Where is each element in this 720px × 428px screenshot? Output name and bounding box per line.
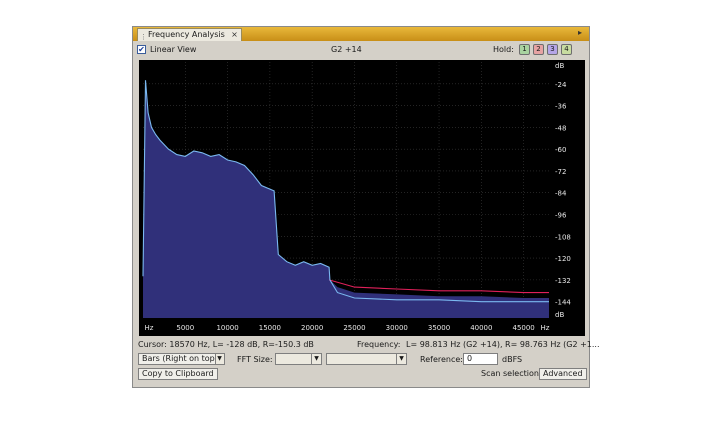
frequency-analysis-panel: ⋮ Frequency Analysis × ▸ ✔ Linear View G… xyxy=(132,26,600,388)
reference-input[interactable]: 0 xyxy=(463,353,498,365)
chevron-down-icon: ▼ xyxy=(396,354,406,364)
settings-row: Bars (Right on top) ▼ FFT Size: ▼ ▼ Refe… xyxy=(133,352,589,366)
scan-selection-button[interactable]: Scan selection xyxy=(477,368,543,380)
hold-button-3[interactable]: 3 xyxy=(547,44,558,55)
note-readout: G2 +14 xyxy=(331,45,362,54)
reference-label: Reference: xyxy=(420,355,463,364)
y-tick-label: -60 xyxy=(555,146,566,154)
reference-unit: dBFS xyxy=(502,355,523,364)
y-tick-label: -72 xyxy=(555,168,566,176)
hold-label: Hold: xyxy=(493,45,514,54)
y-tick-label: dB xyxy=(555,62,564,70)
hold-button-2[interactable]: 2 xyxy=(533,44,544,55)
x-tick-label: 40000 xyxy=(470,324,492,332)
y-tick-label: -96 xyxy=(555,212,567,220)
hold-button-4[interactable]: 4 xyxy=(561,44,572,55)
tab-title: Frequency Analysis xyxy=(148,30,225,39)
panel-tab-bar: ⋮ Frequency Analysis × ▸ xyxy=(133,27,589,41)
frequency-readout: L= 98.813 Hz (G2 +14), R= 98.763 Hz (G2 … xyxy=(406,340,600,349)
y-tick-label: -48 xyxy=(555,124,566,132)
fft-size-label: FFT Size: xyxy=(237,355,273,364)
spectrum-area-left xyxy=(143,80,549,318)
spectrum-plot[interactable]: dB -24 -36 -48 -60 -72 -84 -96 -108 -120 -132 -144 d… xyxy=(139,60,585,336)
y-tick-label: -108 xyxy=(555,233,571,241)
chevron-down-icon: ▼ xyxy=(311,354,321,364)
y-tick-label: -120 xyxy=(555,255,571,263)
panel-menu-icon[interactable]: ▸ xyxy=(573,28,587,40)
x-tick-label: 30000 xyxy=(386,324,408,332)
x-tick-label: 10000 xyxy=(216,324,238,332)
hold-button-1[interactable]: 1 xyxy=(519,44,530,55)
y-tick-label: dB xyxy=(555,311,564,319)
y-tick-label: -84 xyxy=(555,190,567,198)
y-tick-label: -24 xyxy=(555,81,567,89)
cursor-readout-bar: Cursor: 18570 Hz, L= -128 dB, R=-150.3 d… xyxy=(133,338,600,352)
y-tick-label: -132 xyxy=(555,277,571,285)
window-function-select[interactable]: ▼ xyxy=(326,353,407,365)
close-icon[interactable]: × xyxy=(231,29,238,41)
frequency-label: Frequency: xyxy=(357,340,401,349)
x-tick-label: 5000 xyxy=(176,324,194,332)
fft-size-select[interactable]: ▼ xyxy=(275,353,322,365)
cursor-readout: Cursor: 18570 Hz, L= -128 dB, R=-150.3 d… xyxy=(138,340,314,349)
x-tick-label: 15000 xyxy=(259,324,281,332)
spectrum-chart: dB -24 -36 -48 -60 -72 -84 -96 -108 -120 -132 -144 d… xyxy=(142,62,571,332)
chevron-down-icon: ▼ xyxy=(217,355,222,362)
display-mode-button[interactable]: Bars (Right on top) xyxy=(138,353,218,365)
copy-to-clipboard-button[interactable]: Copy to Clipboard xyxy=(138,368,218,380)
x-tick-label: 25000 xyxy=(343,324,365,332)
x-tick-label: Hz xyxy=(145,324,154,332)
display-mode-dropdown[interactable]: ▼ xyxy=(215,353,225,365)
y-tick-label: -36 xyxy=(555,103,567,111)
advanced-button[interactable]: Advanced xyxy=(539,368,587,380)
y-tick-label: -144 xyxy=(555,299,571,307)
x-tick-label: 20000 xyxy=(301,324,323,332)
action-row: Copy to Clipboard Scan selection Advance… xyxy=(133,367,589,381)
linear-view-label: Linear View xyxy=(150,45,197,54)
tab-frequency-analysis[interactable]: ⋮ Frequency Analysis × xyxy=(137,28,242,41)
x-tick-label: 35000 xyxy=(428,324,450,332)
x-tick-label: Hz xyxy=(541,324,550,332)
top-bar: ✔ Linear View G2 +14 Hold: 1 2 3 4 xyxy=(133,42,589,58)
linear-view-checkbox[interactable]: ✔ xyxy=(137,45,146,54)
x-tick-label: 45000 xyxy=(512,324,534,332)
